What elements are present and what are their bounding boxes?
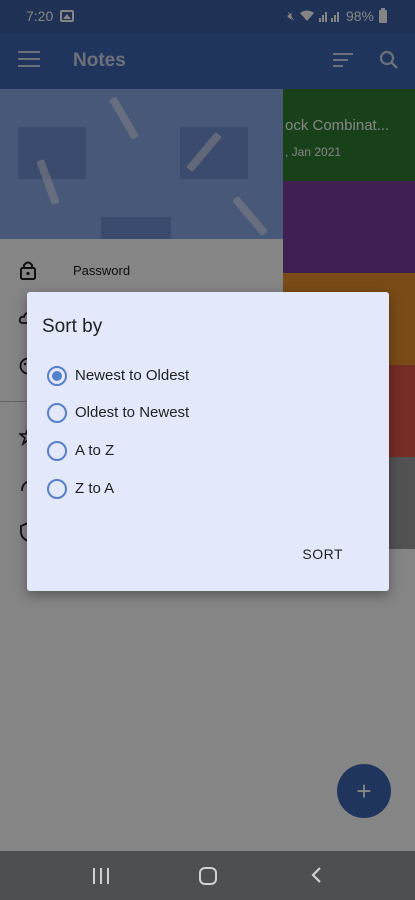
sort-option-label: Oldest to Newest: [75, 404, 190, 421]
sort-option-label: Newest to Oldest: [75, 367, 190, 384]
sort-option-z-to-a[interactable]: Z to A: [47, 474, 367, 504]
radio-unchecked-icon[interactable]: [47, 441, 67, 461]
home-icon[interactable]: [199, 867, 217, 885]
sort-dialog: Sort by Newest to Oldest Oldest to Newes…: [27, 292, 389, 591]
sort-button[interactable]: SORT: [302, 546, 343, 562]
sort-option-label: Z to A: [75, 480, 115, 497]
recent-apps-icon[interactable]: [93, 868, 109, 884]
radio-unchecked-icon[interactable]: [47, 479, 67, 499]
radio-checked-icon[interactable]: [47, 366, 67, 386]
system-nav-bar: [0, 851, 415, 900]
sort-option-label: A to Z: [75, 442, 115, 459]
back-icon[interactable]: [307, 865, 327, 885]
radio-unchecked-icon[interactable]: [47, 403, 67, 423]
sort-option-newest-to-oldest[interactable]: Newest to Oldest: [47, 361, 367, 391]
sort-option-oldest-to-newest[interactable]: Oldest to Newest: [47, 398, 367, 428]
sort-option-a-to-z[interactable]: A to Z: [47, 436, 367, 466]
dialog-title: Sort by: [42, 316, 103, 337]
